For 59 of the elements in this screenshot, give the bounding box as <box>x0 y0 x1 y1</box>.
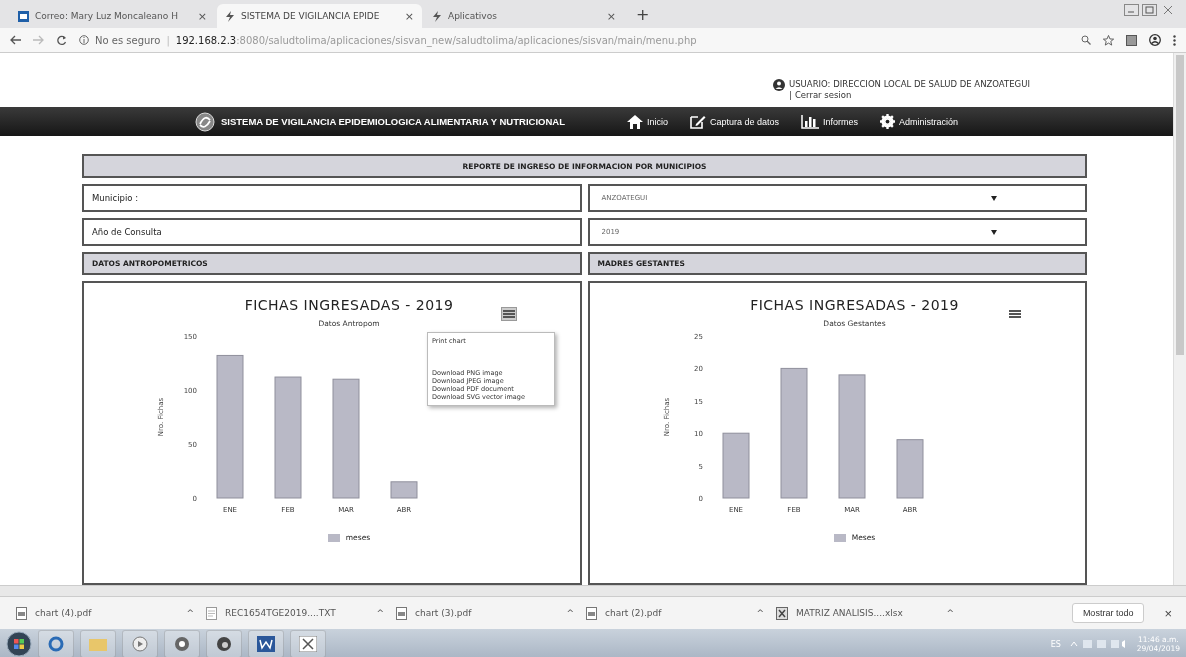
mail-icon <box>18 10 29 22</box>
extension-icon[interactable] <box>1126 34 1137 46</box>
download-item[interactable]: chart (3).pdf ^ <box>390 606 580 620</box>
separator: | <box>789 89 792 101</box>
filter-label: Año de Consulta <box>82 218 582 246</box>
user-label: USUARIO: DIRECCION LOCAL DE SALUD DE ANZOATEGUI <box>789 79 1030 90</box>
menu-icon[interactable] <box>1006 307 1023 321</box>
app-title: SISTEMA DE VIGILANCIA EPIDEMIOLOGICA ALIMENTARIA Y NUTRICIONAL <box>221 116 565 127</box>
logo-icon <box>195 111 215 132</box>
excel-taskbar-icon[interactable] <box>290 630 326 657</box>
show-all-button[interactable]: Mostrar todo <box>1071 603 1145 623</box>
separator: | <box>166 34 170 46</box>
edit-icon <box>689 114 706 129</box>
download-item[interactable]: REC1654TGE2019....TXT ^ <box>200 606 390 620</box>
nav-link[interactable]: Inicio <box>626 114 668 129</box>
nav-link[interactable]: Administración <box>880 114 959 129</box>
media-taskbar-icon[interactable] <box>122 630 158 657</box>
filter-label: Municipio : <box>82 184 582 212</box>
logout-link[interactable]: Cerrar sesion <box>794 89 852 101</box>
browser-taskbar-icon[interactable] <box>38 630 74 657</box>
horizontal-scrollbar[interactable] <box>0 585 1186 596</box>
caret-icon <box>991 229 997 235</box>
url-text[interactable]: 192.168.2.3:8080/saludtolima/aplicaciones/sisvan_new/saludtolima/aplicaciones/sisvan/main/menu.php <box>175 34 697 46</box>
chart-title: FICHAS INGRESADAS - 2019 <box>243 297 455 313</box>
user-icon <box>773 79 785 91</box>
pdf-file-icon <box>16 606 27 620</box>
start-icon[interactable] <box>6 631 32 657</box>
chrome-taskbar-icon[interactable] <box>164 630 200 657</box>
star-icon[interactable] <box>1103 34 1114 46</box>
back-icon[interactable] <box>10 35 21 45</box>
reload-icon[interactable] <box>56 34 67 46</box>
download-item[interactable]: chart (2).pdf ^ <box>580 606 770 620</box>
home-icon <box>626 114 643 129</box>
security-label: No es seguro <box>95 34 161 46</box>
browser-tab[interactable]: SISTEMA DE VIGILANCIA EPIDE × <box>217 4 422 28</box>
text-file-icon <box>206 606 217 620</box>
nav-link[interactable]: Captura de datos <box>689 114 779 129</box>
app-taskbar-icon[interactable] <box>206 630 242 657</box>
zoom-icon[interactable] <box>1081 35 1091 45</box>
info-icon[interactable] <box>79 35 89 45</box>
chart-title: FICHAS INGRESADAS - 2019 <box>749 297 960 313</box>
bar-chart-icon <box>801 114 819 129</box>
new-tab-button[interactable]: + <box>626 5 660 28</box>
spreadsheet-file-icon <box>776 606 788 620</box>
caret-icon <box>991 195 997 201</box>
scrollbar-thumb[interactable] <box>1176 55 1184 355</box>
pdf-file-icon <box>586 606 597 620</box>
lightning-icon <box>225 10 235 22</box>
download-item[interactable]: MATRIZ ANALISIS....xlsx ^ <box>770 606 960 620</box>
menu-icon[interactable] <box>501 307 517 321</box>
close-button[interactable]: × <box>1158 604 1178 622</box>
nav-link[interactable]: Informes <box>801 114 859 129</box>
download-item[interactable]: chart (4).pdf ^ <box>10 606 200 620</box>
more-icon[interactable] <box>1173 34 1176 46</box>
pdf-file-icon <box>396 606 407 620</box>
settings-icon <box>880 114 896 129</box>
profile-icon[interactable] <box>1149 34 1161 46</box>
lightning-icon <box>432 10 442 22</box>
word-taskbar-icon[interactable] <box>248 630 284 657</box>
